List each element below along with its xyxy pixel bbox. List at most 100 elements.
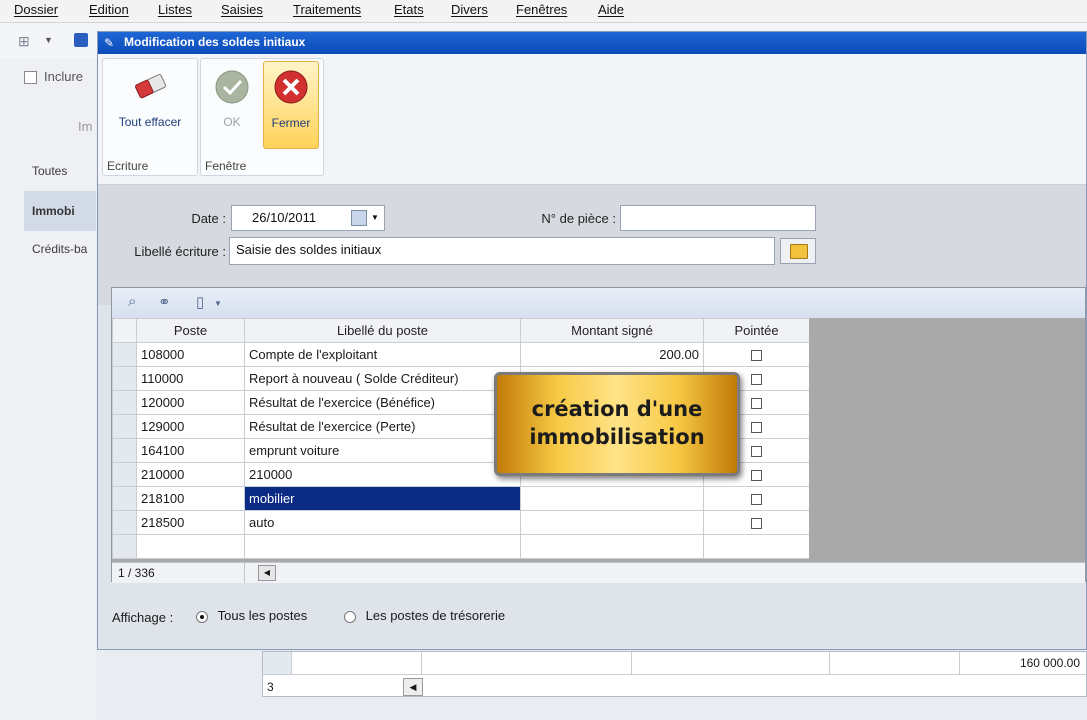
row-selector[interactable]: [112, 462, 137, 487]
cell-poste[interactable]: 218100: [136, 486, 245, 511]
home-icon[interactable]: [74, 33, 88, 47]
grid-toolbar: ⌕ ⚭ ▯ ▼: [112, 288, 1085, 318]
chevron-down-icon[interactable]: ▼: [371, 206, 379, 230]
row-selector[interactable]: [112, 342, 137, 367]
grid-status-bar: 1 / 336 ◀: [112, 562, 1085, 583]
column-header-libelle[interactable]: Libellé du poste: [244, 318, 521, 343]
cell-poste[interactable]: [136, 534, 245, 559]
cell-pointee[interactable]: [703, 534, 810, 559]
table-row[interactable]: 108000 Compte de l'exploitant 200.00: [112, 342, 810, 367]
menu-bar: Dossier Edition Listes Saisies Traitemen…: [0, 0, 1087, 23]
cell-poste[interactable]: 210000: [136, 462, 245, 487]
row-selector-header: [112, 318, 137, 343]
pointee-checkbox[interactable]: [751, 470, 762, 482]
row-selector[interactable]: [112, 438, 137, 463]
inclure-checkbox[interactable]: [24, 71, 37, 84]
menu-traitements[interactable]: Traitements: [293, 2, 361, 17]
tab-immobi[interactable]: Immobi: [24, 191, 96, 231]
table-row[interactable]: 218500 auto: [112, 510, 810, 535]
cell-poste[interactable]: 110000: [136, 366, 245, 391]
cell-libelle[interactable]: auto: [244, 510, 521, 535]
pointee-checkbox[interactable]: [751, 446, 762, 458]
radio-label: Les postes de trésorerie: [365, 608, 506, 623]
column-header-pointee[interactable]: Pointée: [703, 318, 810, 343]
new-entry-row[interactable]: [112, 534, 810, 559]
cell-montant[interactable]: [520, 510, 704, 535]
ok-label: OK: [223, 115, 241, 129]
cell-poste[interactable]: 129000: [136, 414, 245, 439]
cell-poste[interactable]: 120000: [136, 390, 245, 415]
tab-credits[interactable]: Crédits-ba: [24, 229, 96, 269]
menu-listes[interactable]: Listes: [158, 2, 192, 17]
group-label-fenetre: Fenêtre: [205, 159, 247, 173]
row-selector[interactable]: [112, 390, 137, 415]
chevron-down-icon[interactable]: ▼: [214, 299, 222, 308]
tab-label: Immobi: [32, 204, 75, 218]
cell-poste[interactable]: 164100: [136, 438, 245, 463]
menu-aide[interactable]: Aide: [598, 2, 624, 17]
pointee-checkbox[interactable]: [751, 350, 762, 362]
cell-libelle[interactable]: Compte de l'exploitant: [244, 342, 521, 367]
row-selector[interactable]: [112, 486, 137, 511]
cell-libelle[interactable]: Résultat de l'exercice (Perte): [244, 414, 521, 439]
clipboard-icon[interactable]: ▯: [196, 293, 204, 311]
pointee-checkbox[interactable]: [751, 422, 762, 434]
piece-input[interactable]: [620, 205, 816, 231]
radio-tous-les-postes[interactable]: Tous les postes: [196, 608, 307, 623]
grid-view-icon[interactable]: ⊞: [18, 33, 30, 50]
folder-button[interactable]: [780, 238, 816, 264]
cell-montant[interactable]: 200.00: [520, 342, 704, 367]
pointee-checkbox[interactable]: [751, 518, 762, 530]
menu-etats[interactable]: Etats: [394, 2, 424, 17]
affichage-options: Affichage : Tous les postes Les postes d…: [98, 592, 1086, 632]
chevron-down-icon[interactable]: ▼: [44, 35, 53, 45]
cell-poste[interactable]: 218500: [136, 510, 245, 535]
cell-libelle[interactable]: 210000: [244, 462, 521, 487]
column-header-montant[interactable]: Montant signé: [520, 318, 704, 343]
row-selector[interactable]: [112, 510, 137, 535]
row-selector[interactable]: [112, 534, 137, 559]
calendar-icon[interactable]: [351, 210, 367, 226]
record-position: 1 / 336: [118, 566, 155, 580]
table-header: Poste Libellé du poste Montant signé Poi…: [112, 318, 810, 343]
pointee-checkbox[interactable]: [751, 398, 762, 410]
menu-fenetres[interactable]: Fenêtres: [516, 2, 567, 17]
inclure-label: Inclure: [44, 69, 84, 84]
cell-pointee[interactable]: [703, 486, 810, 511]
pointee-checkbox[interactable]: [751, 374, 762, 386]
table-row[interactable]: 218100 mobilier: [112, 486, 810, 511]
row-selector[interactable]: [112, 414, 137, 439]
pointee-checkbox[interactable]: [751, 494, 762, 506]
column-header-poste[interactable]: Poste: [136, 318, 245, 343]
menu-divers[interactable]: Divers: [451, 2, 488, 17]
date-field[interactable]: 26/10/2011 ▼: [231, 205, 385, 231]
menu-dossier[interactable]: Dossier: [14, 2, 58, 17]
cell-pointee[interactable]: [703, 342, 810, 367]
affichage-label: Affichage :: [112, 610, 174, 625]
scroll-left-icon[interactable]: ◀: [403, 678, 423, 696]
scroll-left-icon[interactable]: ◀: [258, 565, 276, 581]
cell-libelle[interactable]: [244, 534, 521, 559]
background-sidebar: Inclure Im Toutes Immobi Crédits-ba: [0, 59, 96, 720]
menu-edition[interactable]: Edition: [89, 2, 129, 17]
cell-libelle[interactable]: Résultat de l'exercice (Bénéfice): [244, 390, 521, 415]
tab-toutes[interactable]: Toutes: [24, 151, 96, 191]
radio-postes-tresorerie[interactable]: Les postes de trésorerie: [344, 608, 505, 623]
row-selector[interactable]: [112, 366, 137, 391]
preview-icon[interactable]: ⌕: [128, 293, 136, 310]
link-icon[interactable]: ⚭: [158, 293, 171, 311]
cell-poste[interactable]: 108000: [136, 342, 245, 367]
menu-saisies[interactable]: Saisies: [221, 2, 263, 17]
tout-effacer-button[interactable]: Tout effacer: [105, 61, 195, 149]
libelle-input[interactable]: Saisie des soldes initiaux: [229, 237, 775, 265]
cell-montant[interactable]: [520, 534, 704, 559]
cell-libelle[interactable]: emprunt voiture: [244, 438, 521, 463]
cell-libelle[interactable]: mobilier: [244, 486, 521, 511]
partial-label: Im: [78, 119, 93, 134]
ok-button[interactable]: OK: [205, 61, 259, 149]
cell-pointee[interactable]: [703, 510, 810, 535]
cell-montant[interactable]: [520, 486, 704, 511]
cell-libelle[interactable]: Report à nouveau ( Solde Créditeur): [244, 366, 521, 391]
fermer-button[interactable]: Fermer: [263, 61, 319, 149]
ribbon-group-ecriture: Tout effacer Ecriture: [102, 58, 198, 176]
